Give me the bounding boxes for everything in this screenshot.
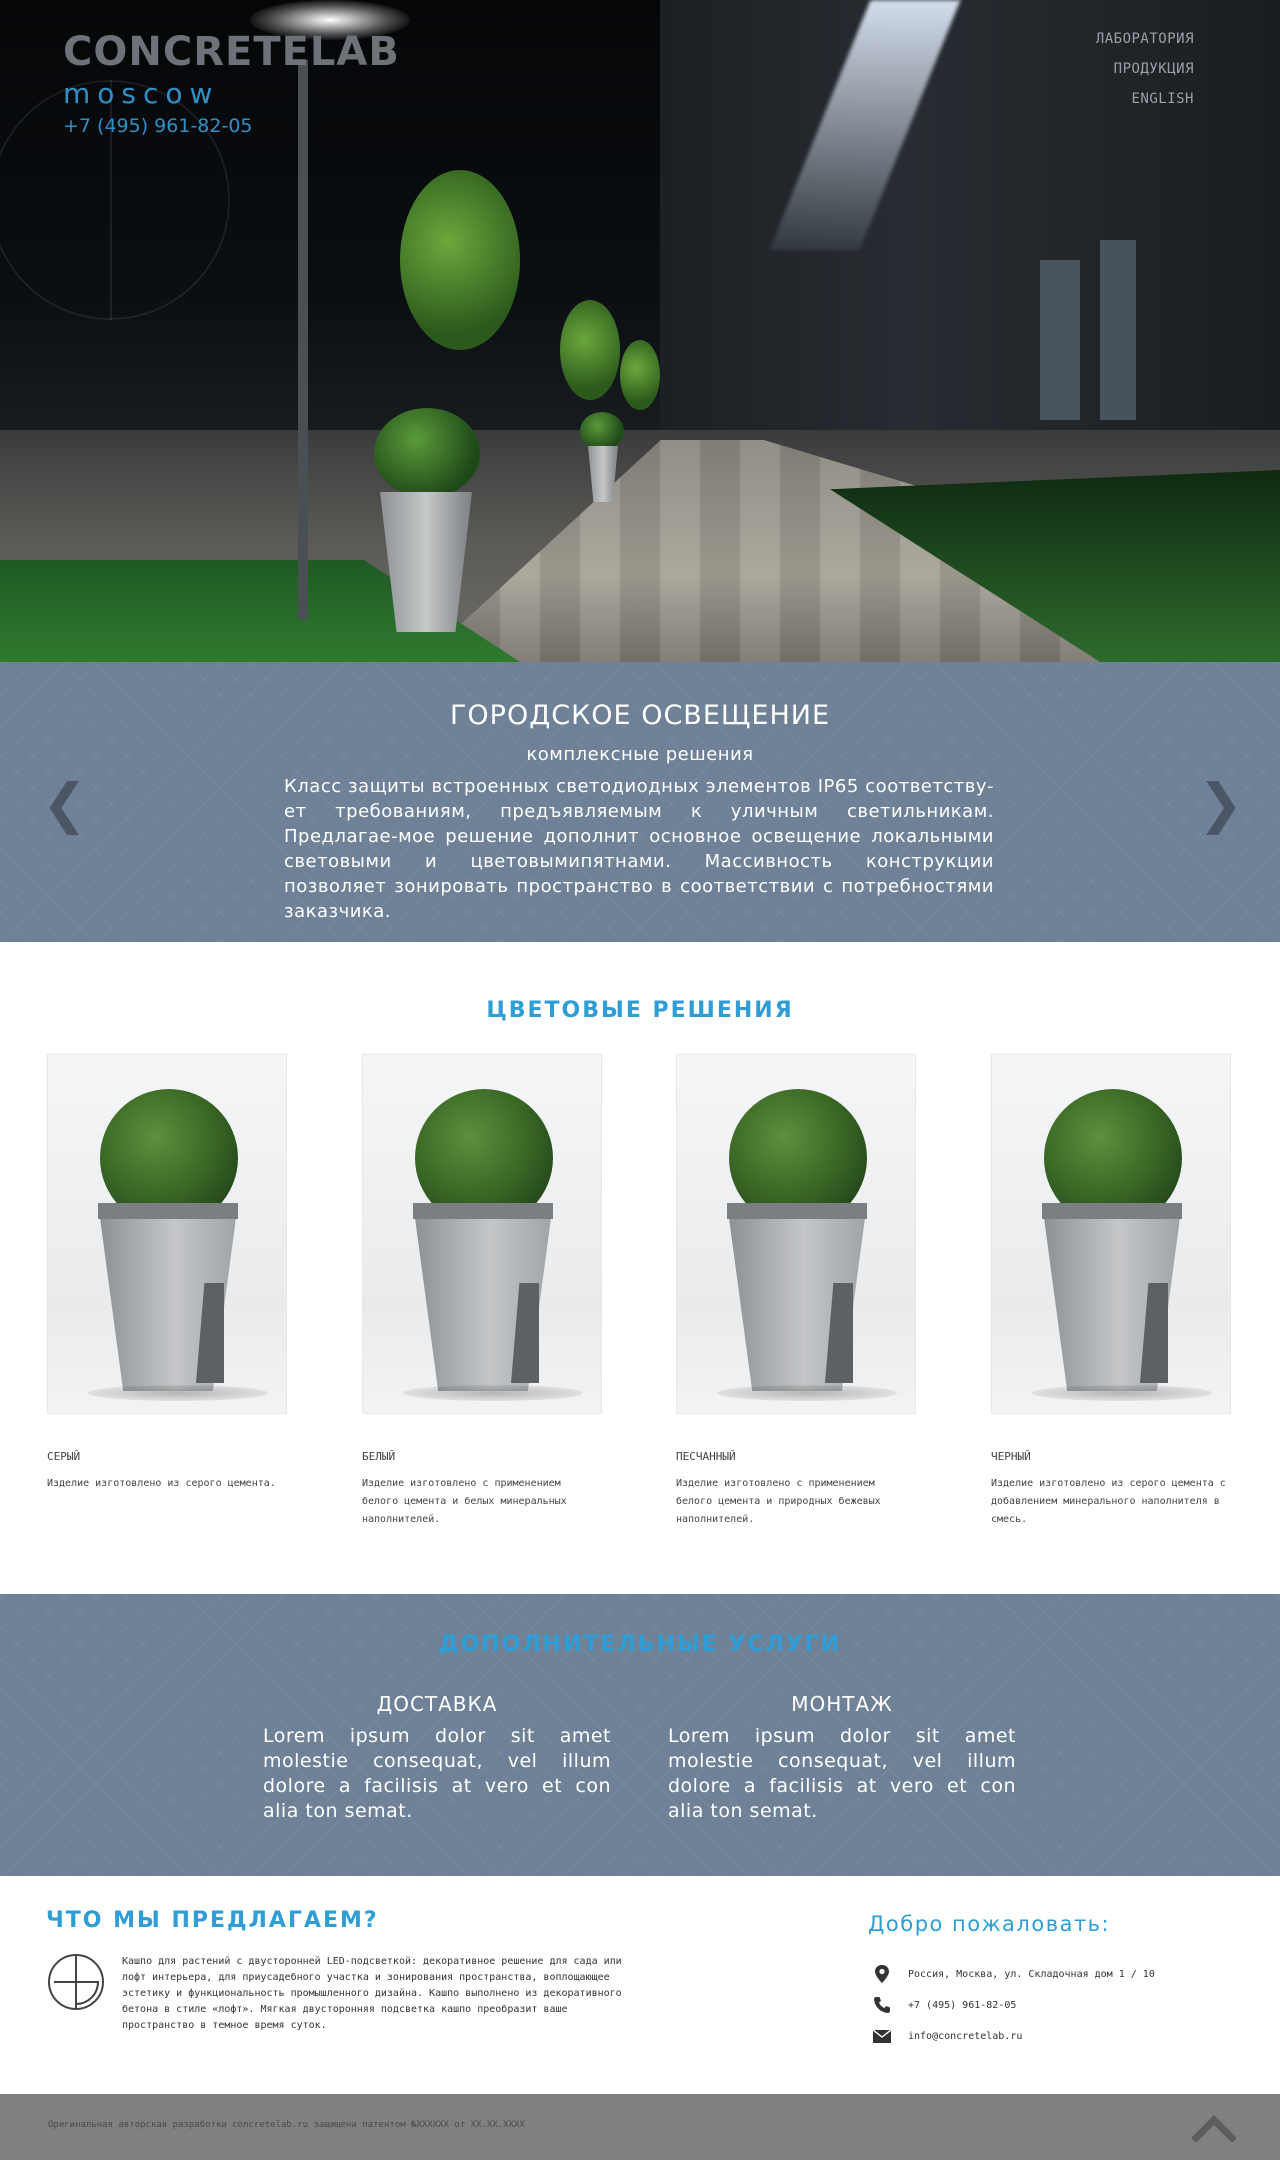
- hero-tree: [620, 340, 660, 410]
- color-solutions-section: ЦВЕТОВЫЕ РЕШЕНИЯ СЕРЫЙ Изделие изготовле…: [0, 942, 1280, 1594]
- product-name: ЧЕРНЫЙ: [991, 1450, 1031, 1463]
- phone-icon: [874, 1997, 890, 2013]
- section-title-services: ДОПОЛНИТЕЛЬНЫЕ УСЛУГИ: [438, 1632, 842, 1657]
- nav-item-english[interactable]: ENGLISH: [1096, 84, 1194, 114]
- product-description: Изделие изготовлено с применением белого…: [676, 1478, 881, 1525]
- product-name: БЕЛЫЙ: [362, 1450, 396, 1463]
- product-description: Изделие изготовлено из серого цемента с …: [991, 1478, 1226, 1525]
- nav-item-products[interactable]: ПРОДУКЦИЯ: [1096, 54, 1194, 84]
- product-photo[interactable]: [362, 1054, 602, 1414]
- chevron-right-icon[interactable]: ❯: [1198, 774, 1243, 834]
- chevron-left-icon[interactable]: ❮: [42, 774, 87, 834]
- service-text: Lorem ipsum dolor sit amet molestie cons…: [263, 1725, 611, 1822]
- product-card[interactable]: ПЕСЧАННЫЙ Изделие изготовлено с применен…: [676, 1054, 916, 1529]
- service-installation: МОНТАЖ Lorem ipsum dolor sit amet molest…: [668, 1692, 1016, 1824]
- logo-title: CONCRETELAB: [63, 29, 400, 75]
- planter-rim: [727, 1203, 867, 1219]
- product-description: Изделие изготовлено из серого цемента.: [47, 1478, 276, 1489]
- product-photo[interactable]: [676, 1054, 916, 1414]
- map-pin-icon: [875, 1965, 889, 1983]
- planter-shadow: [88, 1385, 268, 1401]
- service-delivery: ДОСТАВКА Lorem ipsum dolor sit amet mole…: [263, 1692, 611, 1824]
- logo[interactable]: CONCRETELAB moscow +7 (495) 961-82-05: [63, 28, 400, 140]
- hero-tree: [560, 300, 620, 400]
- contact-phone[interactable]: +7 (495) 961-82-05: [872, 1995, 1016, 2015]
- top-nav: ЛАБОРАТОРИЯ ПРОДУКЦИЯ ENGLISH: [1096, 24, 1194, 114]
- slide-text: Класс защиты встроенных светодиодных эле…: [284, 776, 994, 922]
- scroll-to-top-icon[interactable]: [1192, 2112, 1236, 2142]
- offer-title: ЧТО МЫ ПРЕДЛАГАЕМ?: [46, 1908, 379, 1933]
- offer-text: Кашпо для растений с двусторонней LED-по…: [122, 1956, 622, 2031]
- info-section: ЧТО МЫ ПРЕДЛАГАЕМ? Кашпо для растений с …: [0, 1876, 1280, 2094]
- product-description: Изделие изготовлено с применением белого…: [362, 1478, 567, 1525]
- service-text: Lorem ipsum dolor sit amet molestie cons…: [668, 1725, 1016, 1822]
- service-title: МОНТАЖ: [791, 1692, 893, 1716]
- logo-city: moscow: [63, 77, 220, 110]
- slide-subtitle: комплексные решения: [526, 744, 754, 765]
- section-title-colors: ЦВЕТОВЫЕ РЕШЕНИЯ: [486, 998, 794, 1023]
- planter-shadow: [403, 1385, 583, 1401]
- header-phone[interactable]: +7 (495) 961-82-05: [63, 112, 400, 140]
- hero-banner: CONCRETELAB moscow +7 (495) 961-82-05 ЛА…: [0, 0, 1280, 662]
- product-photo[interactable]: [47, 1054, 287, 1414]
- product-card[interactable]: БЕЛЫЙ Изделие изготовлено с применением …: [362, 1054, 602, 1529]
- product-photo[interactable]: [991, 1054, 1231, 1414]
- hero-window: [1100, 240, 1136, 420]
- product-card[interactable]: СЕРЫЙ Изделие изготовлено из серого цеме…: [47, 1054, 287, 1493]
- planter-rim: [413, 1203, 553, 1219]
- welcome-title: Добро пожаловать:: [868, 1912, 1111, 1936]
- planter-shadow: [717, 1385, 897, 1401]
- product-name: ПЕСЧАННЫЙ: [676, 1450, 736, 1463]
- slider-band: ❮ ГОРОДСКОЕ ОСВЕЩЕНИЕ комплексные решени…: [0, 662, 1280, 942]
- phone-text[interactable]: +7 (495) 961-82-05: [908, 2000, 1016, 2011]
- footer: Оригинальная авторская разработка concre…: [0, 2094, 1280, 2160]
- hero-planter-plant: [580, 412, 624, 450]
- hero-tree: [400, 170, 520, 350]
- slide-title: ГОРОДСКОЕ ОСВЕЩЕНИЕ: [449, 700, 831, 731]
- address-text: Россия, Москва, ул. Складочная дом 1 / 1…: [908, 1968, 1155, 1980]
- mail-icon: [872, 2029, 892, 2043]
- hero-window: [1040, 260, 1080, 420]
- hero-planter-plant: [374, 408, 480, 498]
- planter-rim: [1042, 1203, 1182, 1219]
- product-card[interactable]: ЧЕРНЫЙ Изделие изготовлено из серого цем…: [991, 1054, 1231, 1529]
- product-name: СЕРЫЙ: [47, 1450, 81, 1463]
- contact-address: Россия, Москва, ул. Складочная дом 1 / 1…: [872, 1964, 1155, 1984]
- nav-item-laboratory[interactable]: ЛАБОРАТОРИЯ: [1096, 24, 1194, 54]
- service-title: ДОСТАВКА: [376, 1692, 498, 1716]
- contact-email[interactable]: info@concretelab.ru: [872, 2026, 1022, 2046]
- services-section: ДОПОЛНИТЕЛЬНЫЕ УСЛУГИ ДОСТАВКА Lorem ips…: [0, 1594, 1280, 1876]
- planter-shadow: [1032, 1385, 1212, 1401]
- street-lamp-pole: [298, 60, 308, 620]
- planter-rim: [98, 1203, 238, 1219]
- email-text[interactable]: info@concretelab.ru: [908, 2031, 1022, 2042]
- brand-emblem-icon: [48, 1954, 104, 2010]
- copyright-text: Оригинальная авторская разработка concre…: [48, 2120, 525, 2130]
